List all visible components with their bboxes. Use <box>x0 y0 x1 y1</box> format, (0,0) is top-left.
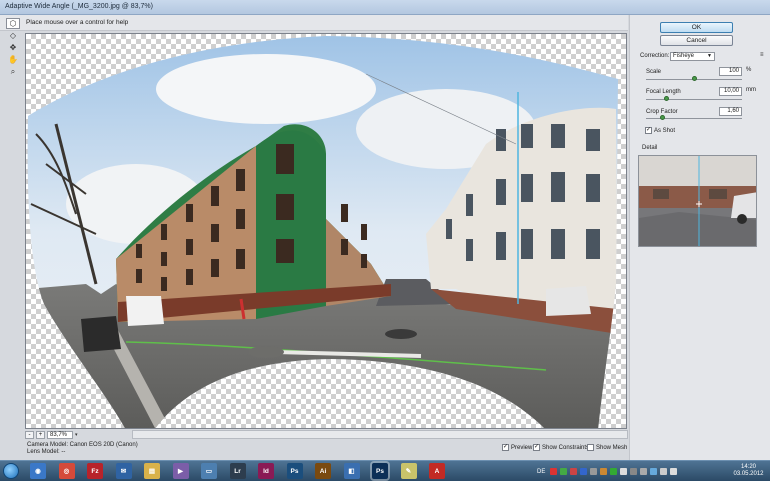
focal-length-input[interactable]: 10,00 <box>719 87 742 96</box>
settings-panel: OK Cancel Correction: Fisheye ▼ ≡ Scale … <box>629 15 770 460</box>
lightroom-icon[interactable]: Lr <box>229 463 246 479</box>
camera-model-text: Camera Model: Canon EOS 20D (Canon) <box>27 442 138 448</box>
preview-canvas[interactable] <box>25 33 627 429</box>
notes-icon[interactable]: ✎ <box>400 463 417 479</box>
move-tool-button[interactable]: ✥ <box>6 42 20 53</box>
hint-text: Place mouse over a control for help <box>26 19 129 26</box>
constraint-tool-button[interactable]: ⬡ <box>6 18 20 29</box>
show-mesh-label: Show Mesh <box>596 444 628 451</box>
thunderbird-icon[interactable]: ✉ <box>115 463 132 479</box>
preview-checkbox[interactable]: ✓ <box>502 444 509 451</box>
focal-length-unit: mm <box>746 87 756 93</box>
tray-icon[interactable] <box>600 468 608 475</box>
tray-icon[interactable] <box>560 468 568 475</box>
system-tray: DE <box>537 466 727 477</box>
browser-icon[interactable]: ◉ <box>30 463 46 479</box>
show-mesh-checkbox[interactable] <box>587 444 594 451</box>
tray-icon[interactable] <box>620 468 628 475</box>
zoom-in-button[interactable]: + <box>36 430 45 439</box>
show-constraints-checkbox[interactable]: ✓ <box>533 444 540 451</box>
zoom-tool-button[interactable]: ⌕ <box>6 66 20 77</box>
preview-option[interactable]: ✓ Preview <box>502 444 532 451</box>
clock-time: 14:20 <box>740 464 756 470</box>
tray-icon[interactable] <box>670 468 678 475</box>
correction-value: Fisheye <box>673 53 695 59</box>
correction-label: Correction: <box>640 53 670 59</box>
hand-tool-icon: ✋ <box>8 54 18 64</box>
show-constraints-option[interactable]: ✓ Show Constraints <box>533 444 589 451</box>
detail-loupe <box>638 155 757 247</box>
explorer-icon[interactable]: ▤ <box>144 463 160 479</box>
indesign-icon[interactable]: Id <box>258 463 274 479</box>
clock-date: 03.05.2012 <box>733 471 764 477</box>
media-icon[interactable]: ◧ <box>343 463 360 479</box>
tray-icon[interactable] <box>550 468 558 475</box>
polygon-constraint-tool-icon: ◇ <box>9 30 17 40</box>
windows-taskbar: ◉ ◎ Fz ✉ ▤ ▶ ▭ Lr Id Ps Ai ◧ Ps ✎ A DE 14:20 03.05.201… <box>0 460 770 481</box>
window-title: Adaptive Wide Angle (_MG_3200.jpg @ 83,7… <box>5 3 153 10</box>
zoom-control: - + 83,7% ▾ <box>25 430 130 439</box>
settings-menu-icon[interactable]: ≡ <box>760 52 764 58</box>
horizontal-scrollbar[interactable] <box>132 430 628 439</box>
scale-unit: % <box>746 67 752 73</box>
filezilla-icon[interactable]: Fz <box>87 463 103 479</box>
zoom-out-button[interactable]: - <box>25 430 34 439</box>
lens-model-text: Lens Model: -- <box>27 449 66 455</box>
cancel-button[interactable]: Cancel <box>660 35 733 46</box>
tray-icon[interactable] <box>590 468 598 475</box>
focal-length-slider-thumb[interactable] <box>664 96 670 101</box>
tray-icon[interactable] <box>610 468 618 475</box>
start-button[interactable] <box>3 463 19 479</box>
hint-bar: Place mouse over a control for help <box>0 15 628 31</box>
ok-button[interactable]: OK <box>660 22 733 33</box>
crop-factor-slider[interactable] <box>646 115 742 120</box>
show-mesh-option[interactable]: Show Mesh <box>587 444 627 451</box>
as-shot-label: As Shot <box>654 128 676 134</box>
scale-input[interactable]: 100 <box>719 67 742 76</box>
photoshop-cs-icon[interactable]: Ps <box>286 463 303 479</box>
system-clock[interactable]: 14:20 03.05.2012 <box>731 464 766 478</box>
focal-length-label: Focal Length <box>646 89 681 95</box>
acrobat-icon[interactable]: A <box>429 463 445 479</box>
scale-slider[interactable] <box>646 76 742 81</box>
polygon-constraint-tool-button[interactable]: ◇ <box>6 30 20 41</box>
photoshop-icon[interactable]: Ps <box>372 463 388 479</box>
crop-factor-input[interactable]: 1,60 <box>719 107 742 116</box>
zoom-level-field[interactable]: 83,7% <box>47 430 73 439</box>
preview-label: Preview <box>511 444 533 451</box>
folder-icon[interactable]: ▭ <box>201 463 217 479</box>
hand-tool-button[interactable]: ✋ <box>6 54 20 65</box>
camera-info: Camera Model: Canon EOS 20D (Canon) Lens… <box>27 442 138 456</box>
tray-icon[interactable] <box>630 468 638 475</box>
zoom-tool-icon: ⌕ <box>10 66 16 76</box>
show-constraints-label: Show Constraints <box>542 444 590 451</box>
scale-label: Scale <box>646 69 662 75</box>
focal-length-slider[interactable] <box>646 96 742 101</box>
scale-slider-thumb[interactable] <box>692 76 697 81</box>
tray-icon[interactable] <box>660 468 668 475</box>
window-titlebar: Adaptive Wide Angle (_MG_3200.jpg @ 83,7… <box>0 0 770 15</box>
detail-label: Detail <box>642 145 658 151</box>
crop-factor-slider-thumb[interactable] <box>659 115 665 120</box>
tray-icon[interactable] <box>640 468 648 475</box>
chevron-down-icon: ▼ <box>707 53 712 59</box>
tool-strip: ⬡ ◇ ✥ ✋ ⌕ <box>4 17 22 77</box>
zoom-dropdown-icon[interactable]: ▾ <box>75 432 78 438</box>
tray-icon[interactable] <box>580 468 588 475</box>
tray-icon[interactable] <box>650 468 658 475</box>
vlc-icon[interactable]: ▶ <box>172 463 189 479</box>
move-tool-icon: ✥ <box>9 42 17 52</box>
language-indicator[interactable]: DE <box>537 469 545 475</box>
constraint-tool-icon: ⬡ <box>9 18 17 28</box>
correction-select[interactable]: Fisheye ▼ <box>670 52 715 61</box>
as-shot-checkbox[interactable]: ✓ <box>645 127 652 134</box>
chrome-icon[interactable]: ◎ <box>58 463 75 479</box>
tray-icon[interactable] <box>570 468 578 475</box>
illustrator-icon[interactable]: Ai <box>315 463 331 479</box>
corrected-photo <box>27 36 619 428</box>
detail-preview-image <box>639 156 756 246</box>
